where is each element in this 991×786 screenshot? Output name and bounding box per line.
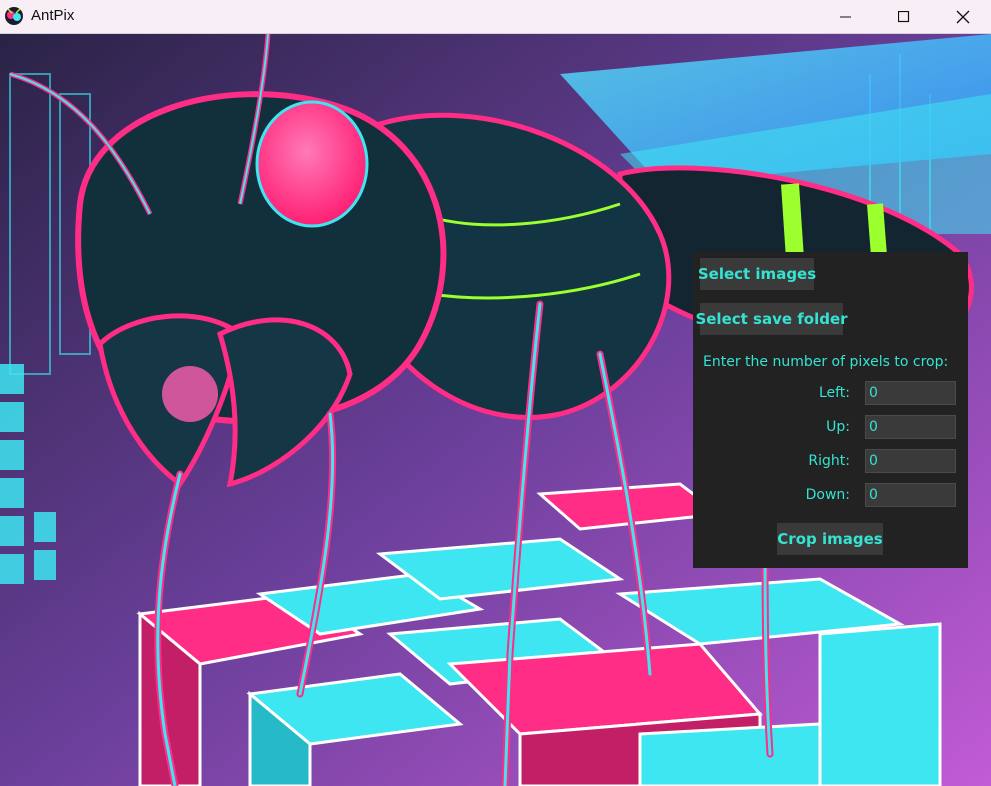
title-bar[interactable]: AntPix xyxy=(0,0,991,34)
down-crop-input[interactable]: 0 xyxy=(865,483,956,507)
minimize-button[interactable] xyxy=(823,0,869,33)
close-button[interactable] xyxy=(940,0,986,33)
close-icon xyxy=(956,10,970,23)
window-title: AntPix xyxy=(31,7,75,24)
app-window: AntPix Select images Select save folder … xyxy=(0,0,991,786)
select-images-button[interactable]: Select images xyxy=(698,258,816,290)
up-label: Up: xyxy=(826,419,850,435)
antpix-logo-icon xyxy=(5,7,23,25)
left-crop-input[interactable]: 0 xyxy=(865,381,956,405)
select-save-folder-button[interactable]: Select save folder xyxy=(695,303,848,335)
minimize-icon xyxy=(840,16,851,17)
down-label: Down: xyxy=(805,487,850,503)
crop-control-panel: Select images Select save folder Enter t… xyxy=(693,252,968,568)
maximize-icon xyxy=(898,10,910,22)
up-crop-input[interactable]: 0 xyxy=(865,415,956,439)
crop-images-button[interactable]: Crop images xyxy=(777,523,883,555)
right-label: Right: xyxy=(808,453,850,469)
right-crop-input[interactable]: 0 xyxy=(865,449,956,473)
left-label: Left: xyxy=(818,385,850,401)
maximize-button[interactable] xyxy=(881,0,927,33)
crop-instructions: Enter the number of pixels to crop: xyxy=(703,354,949,370)
